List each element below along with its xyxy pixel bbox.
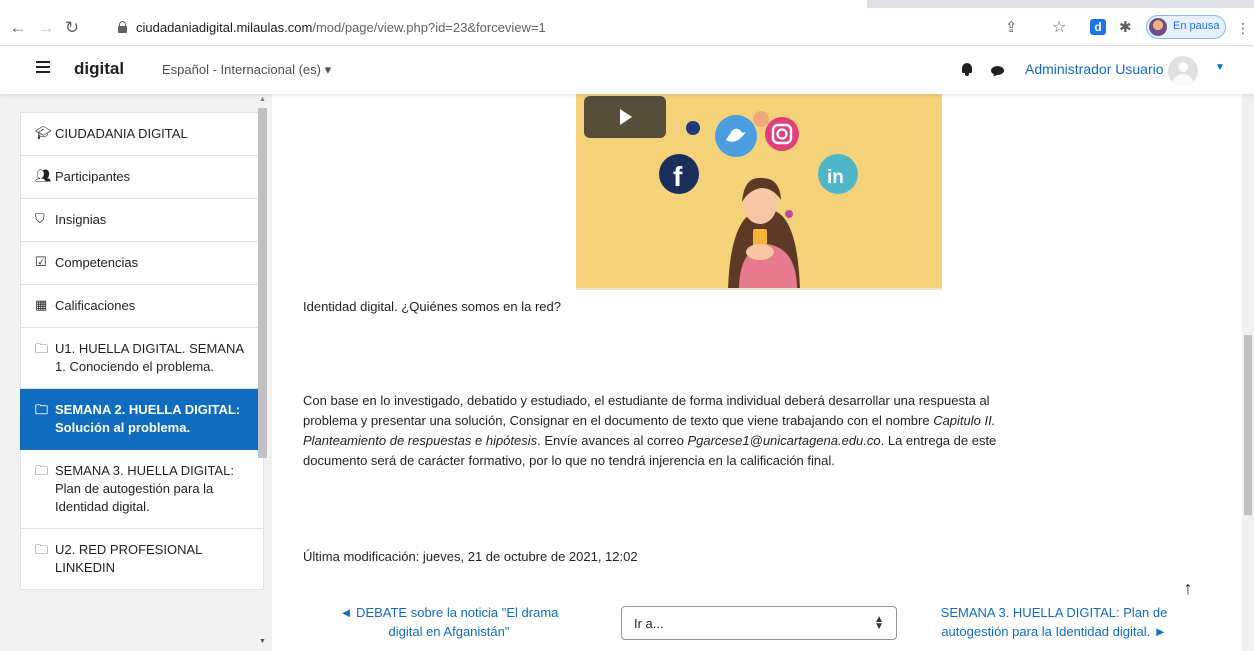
top-navbar: digital Español - Internacional (es) ▾ A… bbox=[0, 47, 1254, 94]
language-menu[interactable]: Español - Internacional (es) ▾ bbox=[162, 62, 331, 78]
drawer-scrollbar[interactable]: ▲ ▼ bbox=[256, 94, 268, 651]
drawer-item-u1-week1[interactable]: 🗀 U1. HUELLA DIGITAL. SEMANA 1. Conocien… bbox=[20, 328, 264, 389]
drawer-item-course[interactable]: 🎓︎ CIUDADANIA DIGITAL bbox=[20, 112, 264, 156]
chat-icon[interactable] bbox=[991, 66, 1004, 75]
folder-icon: 🗀 bbox=[35, 402, 49, 417]
profile-button[interactable]: En pausa bbox=[1146, 15, 1226, 39]
chevron-down-icon[interactable]: ▼ bbox=[1215, 62, 1225, 73]
graduation-cap-icon: 🎓︎ bbox=[35, 125, 52, 140]
main-content: f in Identidad digital. ¿Quiénes somos e… bbox=[272, 94, 1242, 651]
users-icon: 👥︎ bbox=[35, 168, 52, 183]
jump-to-value: Ir a... bbox=[634, 616, 664, 631]
shield-icon: ⛉ bbox=[35, 211, 45, 226]
avatar[interactable] bbox=[1168, 56, 1198, 86]
scroll-down-arrow-icon[interactable]: ▼ bbox=[259, 638, 266, 645]
checkbox-icon: ☑ bbox=[35, 254, 47, 269]
kebab-menu-icon[interactable]: ⋮ bbox=[1236, 18, 1250, 38]
video-thumbnail[interactable]: f in bbox=[576, 94, 942, 290]
play-button[interactable] bbox=[584, 96, 666, 138]
back-to-top-arrow-icon[interactable]: ↑ bbox=[1173, 573, 1203, 603]
last-modified: Última modificación: jueves, 21 de octub… bbox=[303, 549, 638, 564]
folder-icon: 🗀 bbox=[35, 542, 49, 557]
folder-icon: 🗀 bbox=[35, 341, 49, 356]
drawer-item-label: Calificaciones bbox=[55, 298, 136, 313]
profile-avatar bbox=[1149, 18, 1167, 36]
scroll-up-arrow-icon[interactable]: ▲ bbox=[259, 96, 266, 103]
tab-strip bbox=[0, 0, 1254, 8]
drawer-item-badges[interactable]: ⛉ Insignias bbox=[20, 199, 264, 242]
bell-icon[interactable] bbox=[961, 63, 973, 76]
lock-icon[interactable] bbox=[118, 21, 127, 33]
drawer-item-week3[interactable]: 🗀 SEMANA 3. HUELLA DIGITAL: Plan de auto… bbox=[20, 450, 264, 529]
drawer-item-competencies[interactable]: ☑ Competencias bbox=[20, 242, 264, 285]
drawer-item-label: Competencias bbox=[55, 255, 139, 270]
user-menu-name[interactable]: Administrador Usuario bbox=[1025, 61, 1164, 77]
hamburger-menu-icon[interactable] bbox=[36, 61, 50, 75]
next-activity-link[interactable]: SEMANA 3. HUELLA DIGITAL: Plan de autoge… bbox=[926, 603, 1182, 641]
star-icon[interactable]: ☆ bbox=[1052, 18, 1066, 38]
folder-icon: 🗀 bbox=[35, 463, 49, 478]
page-scrollbar-thumb[interactable] bbox=[1244, 335, 1252, 515]
drawer-scrollbar-thumb[interactable] bbox=[258, 108, 267, 458]
table-icon: ▦ bbox=[35, 297, 48, 312]
jump-to-select[interactable]: Ir a... ▲ ▼ bbox=[621, 606, 897, 640]
assignment-instructions: Con base en lo investigado, debatido y e… bbox=[303, 393, 997, 468]
drawer-list: 🎓︎ CIUDADANIA DIGITAL 👥︎ Participantes ⛉… bbox=[20, 112, 264, 590]
nav-drawer: 🎓︎ CIUDADANIA DIGITAL 👥︎ Participantes ⛉… bbox=[0, 94, 272, 651]
site-name[interactable]: digital bbox=[74, 59, 124, 79]
puzzle-icon[interactable]: ✱ bbox=[1119, 18, 1132, 38]
page-scrollbar[interactable]: ▲ bbox=[1242, 47, 1254, 651]
drawer-item-label: SEMANA 2. HUELLA DIGITAL: Solución al pr… bbox=[55, 402, 241, 435]
back-icon[interactable]: ← bbox=[8, 18, 28, 38]
extension-d-icon[interactable]: d bbox=[1090, 19, 1106, 35]
drawer-item-participants[interactable]: 👥︎ Participantes bbox=[20, 156, 264, 199]
svg-text:f: f bbox=[673, 161, 683, 192]
active-tab[interactable] bbox=[0, 0, 868, 8]
browser-toolbar: ← → ↻ ciudadaniadigital.milaulas.com/mod… bbox=[0, 0, 1254, 46]
video-caption: Identidad digital. ¿Quiénes somos en la … bbox=[303, 299, 561, 314]
drawer-item-label: U1. HUELLA DIGITAL. SEMANA 1. Conociendo… bbox=[55, 341, 244, 374]
profile-label: En pausa bbox=[1173, 20, 1220, 32]
prev-activity-link[interactable]: ◄ DEBATE sobre la noticia "El drama digi… bbox=[324, 603, 574, 641]
drawer-item-label: CIUDADANIA DIGITAL bbox=[55, 126, 188, 141]
drawer-item-grades[interactable]: ▦ Calificaciones bbox=[20, 285, 264, 328]
drawer-item-label: SEMANA 3. HUELLA DIGITAL: Plan de autoge… bbox=[55, 463, 234, 514]
drawer-item-u2[interactable]: 🗀 U2. RED PROFESIONAL LINKEDIN bbox=[20, 529, 264, 590]
share-icon[interactable]: ⇪ bbox=[1005, 18, 1018, 38]
svg-text:in: in bbox=[827, 167, 844, 188]
reload-icon[interactable]: ↻ bbox=[62, 18, 82, 38]
select-arrows-icon: ▲ ▼ bbox=[874, 614, 884, 632]
address-bar[interactable]: ciudadaniadigital.milaulas.com/mod/page/… bbox=[108, 15, 988, 41]
forward-icon[interactable]: → bbox=[36, 18, 56, 38]
drawer-item-week2-active[interactable]: 🗀 SEMANA 2. HUELLA DIGITAL: Solución al … bbox=[20, 389, 264, 450]
drawer-item-label: Insignias bbox=[55, 212, 107, 227]
drawer-item-label: U2. RED PROFESIONAL LINKEDIN bbox=[55, 542, 202, 575]
drawer-item-label: Participantes bbox=[55, 169, 131, 184]
url-text: ciudadaniadigital.milaulas.com/mod/page/… bbox=[136, 20, 546, 35]
